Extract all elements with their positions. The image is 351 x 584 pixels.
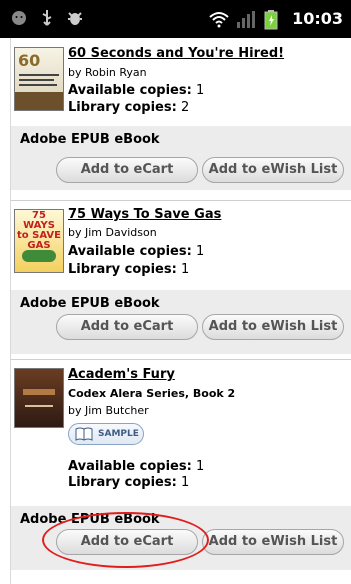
library-copies-value: 1	[180, 262, 190, 277]
available-copies-value: 1	[195, 459, 205, 474]
available-copies: Available copies: 1	[68, 244, 204, 259]
format-label: Adobe EPUB eBook	[20, 512, 160, 527]
book-series: Codex Alera Series, Book 2	[68, 387, 236, 400]
format-panel: Adobe EPUB eBook Add to eCart Add to eWi…	[11, 126, 351, 190]
library-copies-label: Library copies:	[68, 100, 177, 115]
book-cover[interactable]: 75 WAYS to SAVE GAS	[14, 209, 64, 273]
list-item: 75 WAYS to SAVE GAS 75 Ways To Save Gas …	[11, 201, 351, 360]
format-label: Adobe EPUB eBook	[20, 132, 160, 147]
library-copies: Library copies: 2	[68, 100, 189, 115]
cover-text: 60	[18, 51, 41, 70]
debug-icon	[66, 9, 84, 27]
add-to-ewish-list-button[interactable]: Add to eWish List	[202, 314, 344, 340]
available-copies-label: Available copies:	[68, 83, 192, 98]
book-author: by Jim Butcher	[68, 404, 149, 417]
available-copies-label: Available copies:	[68, 459, 192, 474]
book-title[interactable]: 75 Ways To Save Gas	[68, 207, 221, 222]
available-copies-value: 1	[195, 83, 205, 98]
book-title[interactable]: Academ's Fury	[68, 367, 175, 382]
book-author: by Jim Davidson	[68, 226, 157, 239]
add-to-ecart-button[interactable]: Add to eCart	[56, 314, 198, 340]
book-list[interactable]: 60 60 Seconds and You're Hired! by Robin…	[10, 38, 351, 584]
battery-charging-icon	[264, 10, 282, 30]
library-copies-label: Library copies:	[68, 475, 177, 490]
library-copies-value: 1	[180, 475, 190, 490]
clock: 10:03	[292, 9, 343, 28]
cover-text: 75 WAYS to SAVE GAS	[17, 210, 61, 251]
available-copies-label: Available copies:	[68, 244, 192, 259]
book-open-icon	[75, 427, 93, 441]
list-item: 60 60 Seconds and You're Hired! by Robin…	[11, 38, 351, 201]
available-copies: Available copies: 1	[68, 83, 204, 98]
sample-label: SAMPLE	[98, 429, 139, 439]
available-copies-value: 1	[195, 244, 205, 259]
android-face-icon	[10, 9, 28, 27]
status-bar: 10:03	[0, 0, 351, 38]
book-title[interactable]: 60 Seconds and You're Hired!	[68, 46, 284, 61]
library-copies: Library copies: 1	[68, 475, 189, 490]
book-author: by Robin Ryan	[68, 66, 147, 79]
available-copies: Available copies: 1	[68, 459, 204, 474]
library-copies-label: Library copies:	[68, 262, 177, 277]
library-copies: Library copies: 1	[68, 262, 189, 277]
add-to-ecart-button[interactable]: Add to eCart	[56, 529, 198, 555]
wifi-icon	[208, 10, 229, 28]
usb-icon	[38, 9, 56, 27]
format-panel: Adobe EPUB eBook Add to eCart Add to eWi…	[11, 506, 351, 570]
add-to-ewish-list-button[interactable]: Add to eWish List	[202, 529, 344, 555]
format-label: Adobe EPUB eBook	[20, 296, 160, 311]
list-item: Academ's Fury Codex Alera Series, Book 2…	[11, 360, 351, 584]
format-panel: Adobe EPUB eBook Add to eCart Add to eWi…	[11, 290, 351, 354]
library-copies-value: 2	[180, 100, 190, 115]
signal-icon	[236, 10, 256, 28]
add-to-ecart-button[interactable]: Add to eCart	[56, 157, 198, 183]
book-cover[interactable]: 60	[14, 47, 64, 111]
book-cover[interactable]	[14, 368, 64, 428]
app-screen: 10:03 60 60 Seconds and You're Hired! by…	[0, 0, 351, 584]
sample-button[interactable]: SAMPLE	[68, 423, 144, 445]
add-to-ewish-list-button[interactable]: Add to eWish List	[202, 157, 344, 183]
